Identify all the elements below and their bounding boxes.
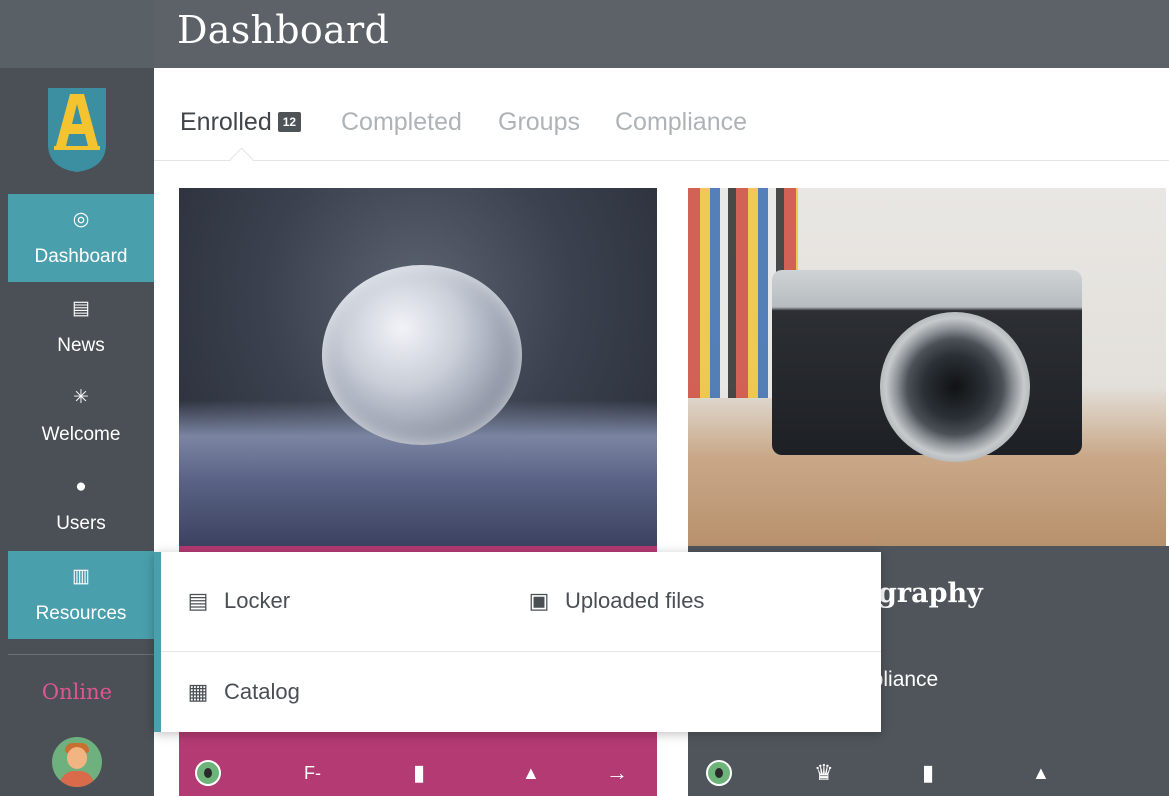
menu-item-label: Catalog — [224, 679, 300, 704]
locker-icon: ▤ — [187, 588, 209, 613]
photo-frozen-bubble — [322, 265, 522, 445]
menu-item-locker[interactable]: ▤ Locker — [186, 588, 290, 614]
catalog-grid-icon: ▦ — [187, 679, 209, 704]
tab-completed[interactable]: Completed — [341, 108, 462, 137]
tab-label: Enrolled — [180, 108, 272, 136]
sidebar-item-news[interactable]: ▤ News — [8, 283, 154, 371]
sidebar-item-dashboard[interactable]: ◎ Dashboard — [8, 194, 154, 282]
news-icon: ▤ — [72, 298, 90, 319]
sidebar-divider — [8, 654, 154, 655]
bell-icon[interactable]: ▲ — [522, 760, 540, 786]
document-icon[interactable]: ▮ — [922, 760, 934, 786]
menu-item-catalog[interactable]: ▦ Catalog — [186, 679, 300, 705]
trophy-icon[interactable]: ♛ — [814, 760, 834, 786]
user-avatar[interactable] — [52, 737, 102, 787]
menu-item-uploaded-files[interactable]: ▣ Uploaded files — [527, 588, 705, 614]
user-icon: ● — [75, 476, 87, 497]
app-logo[interactable] — [44, 86, 110, 174]
tab-enrolled[interactable]: Enrolled 12 — [180, 108, 302, 137]
sidebar-item-resources[interactable]: ▥ Resources — [8, 551, 154, 639]
page-title: Dashboard — [177, 8, 390, 52]
active-tab-caret — [229, 147, 254, 172]
menu-accent-bar — [154, 552, 161, 732]
sidebar-item-label: Users — [56, 513, 106, 534]
tab-groups[interactable]: Groups — [498, 108, 580, 137]
card-avatar — [195, 760, 221, 786]
card-avatar — [706, 760, 732, 786]
sidebar-item-label: Dashboard — [34, 246, 128, 267]
photo-camera-lens — [880, 312, 1030, 462]
sidebar-item-users[interactable]: ● Users — [8, 461, 154, 549]
sidebar-item-welcome[interactable]: ✳ Welcome — [8, 372, 154, 460]
bell-icon[interactable]: ▲ — [1032, 760, 1050, 786]
header-logo-area — [0, 0, 154, 68]
sidebar-item-label: Welcome — [41, 424, 121, 445]
menu-divider — [161, 651, 881, 652]
menu-item-label: Uploaded files — [565, 588, 705, 613]
sidebar-item-label: Resources — [35, 603, 127, 624]
enrolled-count-badge: 12 — [277, 112, 302, 132]
tabs-underline — [154, 160, 1169, 161]
menu-item-label: Locker — [224, 588, 291, 613]
sidebar-item-label: News — [57, 335, 105, 356]
resources-dropdown-menu — [154, 552, 881, 732]
top-header — [0, 0, 1169, 68]
grade-text: F- — [304, 763, 321, 783]
upload-box-icon: ▣ — [528, 588, 550, 613]
dashboard-gauge-icon: ◎ — [72, 209, 90, 230]
welcome-sparkle-icon: ✳ — [73, 387, 89, 408]
resources-books-icon: ▥ — [72, 566, 90, 587]
tab-compliance[interactable]: Compliance — [615, 108, 747, 137]
online-status-label[interactable]: Online — [0, 680, 154, 704]
arrow-right-icon[interactable]: → — [606, 760, 628, 786]
document-icon[interactable]: ▮ — [413, 760, 425, 786]
